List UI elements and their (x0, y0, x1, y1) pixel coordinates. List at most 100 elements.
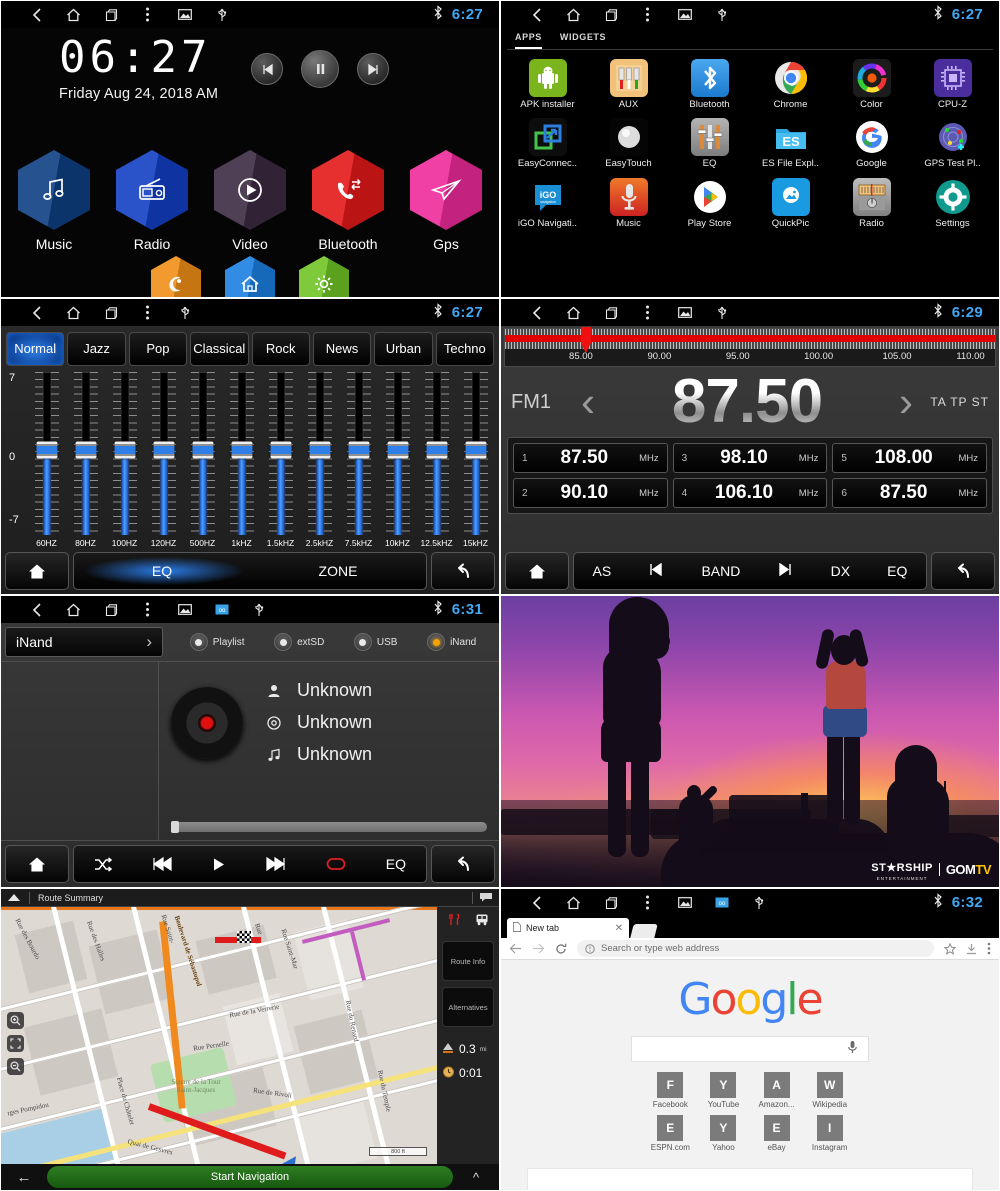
radio-preset-4[interactable]: 4 106.10 MHz (672, 478, 828, 508)
eq-preset-jazz[interactable]: Jazz (67, 332, 126, 366)
zoom-in-icon[interactable] (7, 1012, 24, 1029)
tuner-track[interactable] (505, 327, 995, 353)
menu-icon[interactable] (640, 305, 655, 320)
home-icon[interactable] (66, 602, 81, 617)
alternatives-button[interactable]: Alternatives (442, 987, 494, 1027)
caret-up-icon[interactable] (7, 889, 21, 907)
eq-preset-pop[interactable]: Pop (128, 332, 188, 366)
eq-band-1khz[interactable]: 1kHZ (222, 370, 261, 548)
message-icon[interactable]: oo (714, 895, 729, 910)
eq-band-1_5khz[interactable]: 1.5kHZ (261, 370, 300, 548)
eq-preset-normal[interactable]: Normal (6, 332, 65, 366)
back-icon[interactable] (529, 305, 544, 320)
app-item-bluetooth[interactable]: Bluetooth (669, 59, 750, 110)
status-bar-nav-icons[interactable] (11, 7, 229, 22)
radio-tuner-strip[interactable]: 85.00 90.00 95.00 100.00 105.00 110.00 (504, 327, 996, 367)
status-bar-nav-icons[interactable]: oo (511, 895, 766, 910)
eq-band-60hz[interactable]: 60HZ (27, 370, 66, 548)
radio-preset-3[interactable]: 3 98.10 MHz (672, 443, 828, 473)
playback-progress-slider[interactable] (171, 821, 487, 833)
screenshot-icon[interactable] (677, 895, 692, 910)
back-icon[interactable] (529, 7, 544, 22)
back-icon[interactable] (529, 895, 544, 910)
status-bar-nav-icons[interactable] (511, 305, 729, 320)
auto-store-button[interactable]: AS (593, 563, 612, 579)
screenshot-icon[interactable] (677, 7, 692, 22)
app-item-aux[interactable]: AUX (588, 59, 669, 110)
play-icon[interactable] (211, 857, 226, 872)
article-card[interactable] (527, 1168, 973, 1190)
app-item-music[interactable]: Music (588, 177, 669, 229)
shuffle-icon[interactable] (94, 856, 112, 872)
overflow-menu-icon[interactable] (987, 942, 991, 955)
recents-icon[interactable] (603, 7, 618, 22)
eq-zone-toggle[interactable]: EQ ZONE (73, 552, 427, 590)
tab-apps[interactable]: APPS (515, 32, 542, 49)
menu-icon[interactable] (640, 895, 655, 910)
eq-band-10khz[interactable]: 10kHZ (378, 370, 417, 548)
source-option-usb[interactable]: USB (353, 633, 397, 651)
shortcut-instagram[interactable]: I Instagram (810, 1115, 849, 1152)
home-button[interactable] (5, 552, 69, 590)
usb-icon[interactable] (714, 305, 729, 320)
zoom-out-icon[interactable] (7, 1058, 24, 1075)
back-arrow-icon[interactable]: ← (1, 1169, 47, 1186)
eq-tab[interactable]: EQ (74, 563, 250, 579)
source-option-extsd[interactable]: extSD (274, 633, 324, 651)
zone-tab[interactable]: ZONE (250, 563, 426, 579)
recenter-icon[interactable] (7, 1035, 24, 1052)
menu-icon[interactable] (140, 602, 155, 617)
arrow-right-icon[interactable] (532, 943, 545, 954)
next-track-button[interactable] (357, 53, 389, 85)
home-shortcut-gps[interactable]: Gps (408, 150, 484, 252)
radio-preset-1[interactable]: 1 87.50 MHz (513, 443, 668, 473)
eq-button[interactable]: EQ (386, 856, 406, 872)
home-transport-controls[interactable] (251, 50, 389, 88)
source-option-playlist[interactable]: Playlist (189, 633, 244, 651)
shortcut-youtube[interactable]: Y YouTube (704, 1072, 743, 1109)
recents-icon[interactable] (603, 895, 618, 910)
map-canvas[interactable]: Rue des Bourdo Rue des Halles Rue Saint-… (1, 907, 437, 1164)
night-mode-button[interactable] (151, 256, 201, 297)
app-item-apk-installer[interactable]: APK installer (507, 59, 588, 110)
speech-bubble-icon[interactable] (479, 889, 493, 907)
home-icon[interactable] (566, 7, 581, 22)
new-tab-button[interactable] (630, 924, 658, 938)
chevron-right-icon[interactable]: › (893, 381, 919, 423)
shortcut-espn[interactable]: E ESPN.com (651, 1115, 690, 1152)
next-station-button[interactable] (777, 562, 793, 579)
back-icon[interactable] (29, 7, 44, 22)
home-icon[interactable] (66, 7, 81, 22)
play-pause-button[interactable] (301, 50, 339, 88)
eq-button[interactable]: EQ (887, 563, 907, 579)
home-icon[interactable] (66, 305, 81, 320)
menu-icon[interactable] (640, 7, 655, 22)
message-icon[interactable]: oo (214, 602, 229, 617)
progress-handle[interactable] (171, 821, 179, 833)
chevron-up-icon[interactable]: ^ (453, 1170, 499, 1185)
app-item-settings[interactable]: Settings (912, 177, 993, 229)
eq-preset-rock[interactable]: Rock (251, 332, 310, 366)
screenshot-icon[interactable] (177, 602, 192, 617)
home-icon[interactable] (566, 305, 581, 320)
back-arrow-icon[interactable] (931, 552, 995, 590)
home-shortcut-video[interactable]: Video (212, 150, 288, 252)
source-selector[interactable]: iNand › (5, 627, 163, 657)
shortcut-wikipedia[interactable]: W Wikipedia (810, 1072, 849, 1109)
shortcut-facebook[interactable]: F Facebook (651, 1072, 690, 1109)
screenshot-icon[interactable] (677, 305, 692, 320)
download-icon[interactable] (966, 943, 977, 955)
usb-icon[interactable] (751, 895, 766, 910)
menu-icon[interactable] (140, 305, 155, 320)
app-item-easyconnect[interactable]: EasyConnec.. (507, 118, 588, 169)
settings-button[interactable] (299, 256, 349, 297)
app-item-gps-test[interactable]: GPS Test Pl.. (912, 118, 993, 169)
video-playback-screen[interactable]: ST★RSHIP ENTERTAINMENT GOMTV (501, 596, 999, 887)
status-bar-nav-icons[interactable] (511, 7, 729, 22)
status-bar-nav-icons[interactable] (11, 305, 192, 320)
app-item-quickpic[interactable]: QuickPic (750, 177, 831, 229)
radio-preset-6[interactable]: 6 87.50 MHz (832, 478, 987, 508)
back-arrow-icon[interactable] (431, 552, 495, 590)
app-item-easytouch[interactable]: EasyTouch (588, 118, 669, 169)
eq-band-2_5khz[interactable]: 2.5kHZ (300, 370, 339, 548)
